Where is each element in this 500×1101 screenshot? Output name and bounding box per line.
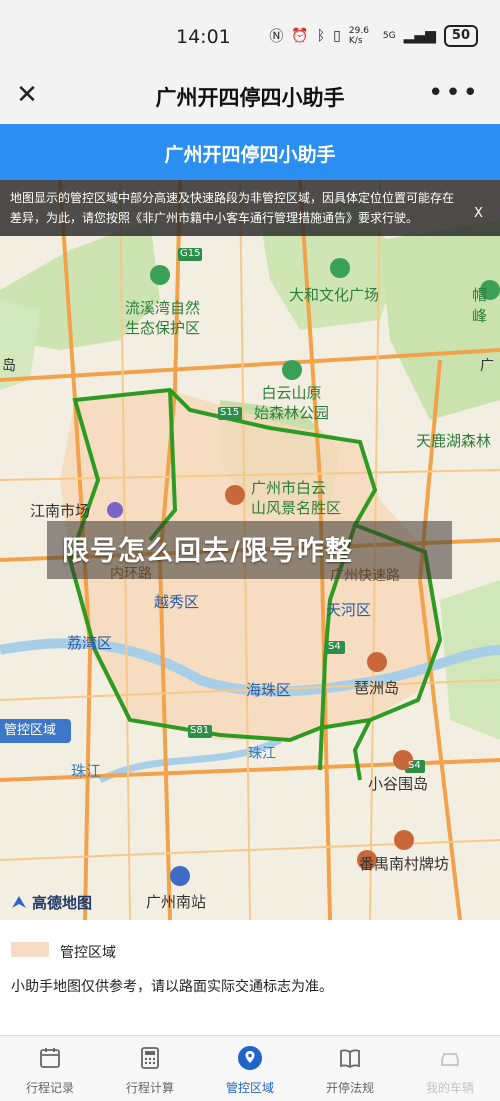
map-label: 天鹿湖森林 xyxy=(416,432,492,450)
road-shield: S4 xyxy=(408,760,421,771)
road-shield: S15 xyxy=(220,407,240,418)
map-label: 广 xyxy=(480,358,494,374)
nav-item-trip-records[interactable]: 行程记录 xyxy=(0,1046,100,1096)
overlay-headline: 限号怎么回去/限号咋整 xyxy=(62,536,353,567)
map-label: 广州市白云 山风景名胜区 xyxy=(251,479,342,517)
legend-swatch xyxy=(11,942,49,957)
status-icons: Ⓝ ⏰ ᛒ ▯ 29.6 K/s 5G ▂▄▆ 50 xyxy=(269,25,478,47)
network-type: 5G xyxy=(382,31,396,41)
car-icon xyxy=(441,1053,459,1066)
calculator-icon xyxy=(141,1047,159,1069)
map-label: 越秀区 xyxy=(154,593,200,611)
legend-label: 管控区域 xyxy=(60,945,116,961)
nav-label: 我的车辆 xyxy=(425,1081,474,1095)
battery-icon: 50 xyxy=(443,25,478,47)
legend-note: 小助手地图仅供参考，请以路面实际交通标志为准。 xyxy=(11,979,333,995)
map-label: 天河区 xyxy=(326,601,372,619)
nav-item-control-area[interactable]: 管控区域 xyxy=(200,1046,300,1096)
map-label: 珠江 xyxy=(248,746,276,762)
nav-label: 行程记录 xyxy=(25,1081,74,1095)
control-area-tag[interactable]: 管控区域 xyxy=(0,719,71,743)
map-label: 岛 xyxy=(2,358,16,374)
map-label: 海珠区 xyxy=(246,681,292,699)
nav-label: 行程计算 xyxy=(125,1081,174,1095)
map-provider-logo: 高德地图 xyxy=(10,892,92,913)
road-shield: S81 xyxy=(190,725,210,736)
nfc-icon: Ⓝ xyxy=(269,29,284,45)
map-label: 大和文化广场 xyxy=(289,286,380,304)
banner-title: 广州开四停四小助手 xyxy=(164,144,336,166)
map-label: 流溪湾自然 生态保护区 xyxy=(125,299,201,337)
nav-item-trip-calc[interactable]: 行程计算 xyxy=(100,1046,200,1096)
alarm-icon: ⏰ xyxy=(291,28,309,44)
nav-label: 管控区域 xyxy=(225,1081,274,1095)
map-label: 广州南站 xyxy=(146,893,207,911)
map-pin-icon xyxy=(238,1046,262,1070)
map-label: 帽峰 xyxy=(472,286,488,325)
map-label: 小谷围岛 xyxy=(368,775,429,793)
map-label: 白云山原 始森林公园 xyxy=(254,384,330,422)
notice-text: 地图显示的管控区域中部分高速及快速路段为非管控区域，因具体定位位置可能存在差异，… xyxy=(10,191,455,225)
bluetooth-icon: ᛒ xyxy=(316,28,326,44)
nav-item-regulations[interactable]: 开停法规 xyxy=(300,1046,400,1096)
map-label: 荔湾区 xyxy=(67,634,113,652)
calendar-icon xyxy=(40,1048,60,1068)
map-provider-name: 高德地图 xyxy=(32,894,93,912)
amap-icon xyxy=(12,895,26,908)
map-label: 琶洲岛 xyxy=(354,679,400,697)
signal-icon: ▂▄▆ xyxy=(403,28,436,44)
nav-label: 开停法规 xyxy=(325,1081,374,1095)
notice-close-button[interactable]: X xyxy=(474,206,483,221)
net-speed: 29.6 K/s xyxy=(348,26,369,46)
vibrate-icon: ▯ xyxy=(333,28,341,44)
book-icon xyxy=(340,1049,360,1069)
road-shield: S4 xyxy=(328,641,341,652)
status-time: 14:01 xyxy=(176,26,231,48)
more-options-icon[interactable]: ••• xyxy=(428,78,480,108)
map-label: 珠江 xyxy=(71,762,102,780)
map-label: 江南市场 xyxy=(30,502,91,520)
nav-item-my-car[interactable]: 我的车辆 xyxy=(400,1046,500,1096)
app-title: 广州开四停四小助手 xyxy=(155,86,345,110)
map-label: 番禺南村牌坊 xyxy=(359,855,450,873)
road-shield: G15 xyxy=(180,248,201,259)
